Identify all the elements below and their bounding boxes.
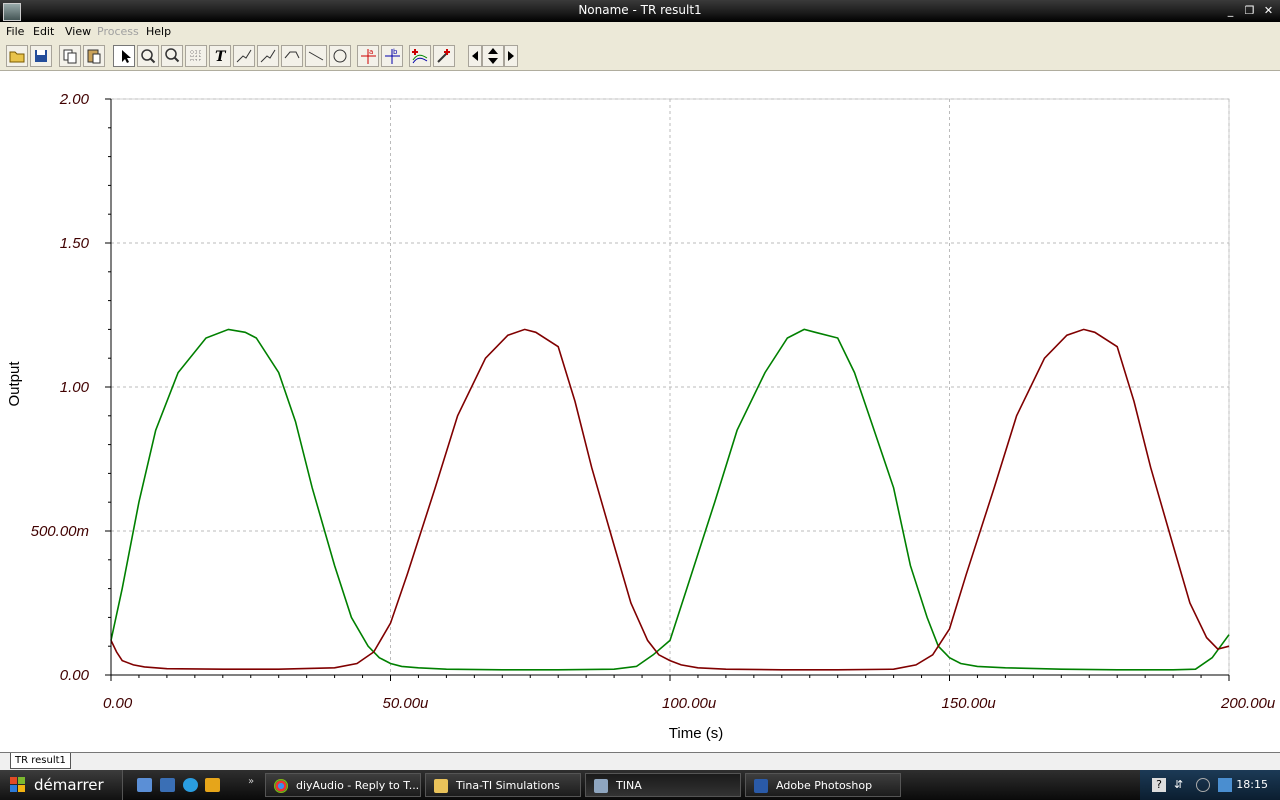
my-computer-icon[interactable] xyxy=(160,778,175,792)
pointer-icon[interactable] xyxy=(113,45,135,67)
y-tick-label: 0.00 xyxy=(60,667,90,684)
grid xyxy=(110,98,1230,676)
up-down-icon[interactable] xyxy=(482,45,504,67)
curve-label-3-icon[interactable] xyxy=(281,45,303,67)
menu-bar: File Edit View Process Help xyxy=(0,22,1280,42)
task-label: TINA xyxy=(616,779,642,792)
series-line-2 xyxy=(110,328,1230,671)
x-tick-label: 150.00u xyxy=(942,695,997,712)
start-label: démarrer xyxy=(34,776,104,794)
paste-icon[interactable] xyxy=(83,45,105,67)
axes: 0.00 500.00m 1.00 1.50 2.00 0.00 50.00u 100.00u… xyxy=(31,91,1276,712)
result-tab-strip: TR result1 xyxy=(0,752,1280,771)
probe-icon[interactable] xyxy=(433,45,455,67)
y-tick-label: 500.00m xyxy=(31,523,89,540)
network-icon[interactable]: ⇵ xyxy=(1174,778,1188,792)
windows-flag-icon xyxy=(10,777,26,793)
help-icon[interactable]: ? xyxy=(1152,778,1166,792)
right-arrow-icon[interactable] xyxy=(504,45,518,67)
curve-label-icon[interactable] xyxy=(233,45,255,67)
copy-icon[interactable] xyxy=(59,45,81,67)
task-tina[interactable]: TINA xyxy=(585,773,741,797)
quicklaunch-overflow-icon[interactable]: » xyxy=(248,776,254,787)
clock: 18:15 xyxy=(1236,778,1268,791)
open-folder-icon[interactable] xyxy=(6,45,28,67)
x-tick-label: 100.00u xyxy=(662,695,717,712)
x-tick-label: 50.00u xyxy=(383,695,430,712)
cursor-a-icon[interactable]: a xyxy=(357,45,379,67)
grid-icon[interactable] xyxy=(185,45,207,67)
series-line-1 xyxy=(110,328,1230,671)
menu-view[interactable]: View xyxy=(65,25,91,38)
svg-text:a: a xyxy=(369,48,373,56)
y-tick-label: 2.00 xyxy=(59,91,90,108)
internet-explorer-icon[interactable] xyxy=(183,778,198,792)
cursor-b-icon[interactable]: b xyxy=(381,45,403,67)
folder-icon xyxy=(434,779,448,793)
zoom-in-icon[interactable] xyxy=(137,45,159,67)
svg-text:T: T xyxy=(215,49,227,65)
title-bar: Noname - TR result1 _ ❐ ✕ xyxy=(0,0,1280,22)
start-button[interactable]: démarrer xyxy=(0,770,123,800)
x-tick-label: 200.00u xyxy=(1220,695,1276,712)
window-title: Noname - TR result1 xyxy=(578,3,702,17)
task-tina-ti-simulations[interactable]: Tina-TI Simulations xyxy=(425,773,581,797)
save-icon[interactable] xyxy=(30,45,52,67)
tab-tr-result1[interactable]: TR result1 xyxy=(10,753,71,769)
menu-help[interactable]: Help xyxy=(146,25,171,38)
zoom-100-icon[interactable] xyxy=(161,45,183,67)
show-desktop-icon[interactable] xyxy=(137,778,152,792)
menu-edit[interactable]: Edit xyxy=(33,25,54,38)
tina-icon xyxy=(594,779,608,793)
x-axis-label: Time (s) xyxy=(669,725,723,742)
series-group xyxy=(110,328,1230,671)
restore-button[interactable]: ❐ xyxy=(1241,3,1258,18)
minimize-button[interactable]: _ xyxy=(1222,3,1239,18)
line-icon[interactable] xyxy=(305,45,327,67)
task-diyaudio[interactable]: diyAudio - Reply to T... xyxy=(265,773,421,797)
task-label: Tina-TI Simulations xyxy=(456,779,560,792)
waveform-chart[interactable]: 0.00 500.00m 1.00 1.50 2.00 0.00 50.00u 100.00u… xyxy=(0,71,1280,751)
menu-process[interactable]: Process xyxy=(97,25,139,38)
toolbar: T a b xyxy=(0,42,1280,71)
update-icon[interactable] xyxy=(1218,778,1232,792)
svg-text:b: b xyxy=(393,48,398,56)
chrome-icon xyxy=(274,779,288,793)
x-tick-label: 0.00 xyxy=(103,695,133,712)
menu-file[interactable]: File xyxy=(6,25,24,38)
photoshop-icon xyxy=(754,779,768,793)
y-axis-label: Output xyxy=(6,361,23,407)
system-tray: ? ⇵ 18:15 xyxy=(1140,770,1280,800)
text-icon[interactable]: T xyxy=(209,45,231,67)
task-photoshop[interactable]: Adobe Photoshop xyxy=(745,773,901,797)
task-label: Adobe Photoshop xyxy=(776,779,873,792)
left-arrow-icon[interactable] xyxy=(468,45,482,67)
taskbar: démarrer » diyAudio - Reply to T... Tina… xyxy=(0,770,1280,800)
y-tick-label: 1.50 xyxy=(60,235,90,252)
y-tick-label: 1.00 xyxy=(60,379,90,396)
media-player-icon[interactable] xyxy=(205,778,220,792)
add-curve-icon[interactable] xyxy=(409,45,431,67)
curve-label-2-icon[interactable] xyxy=(257,45,279,67)
expand-tray-icon[interactable] xyxy=(1196,778,1210,792)
task-label: diyAudio - Reply to T... xyxy=(296,779,420,792)
close-button[interactable]: ✕ xyxy=(1260,3,1277,18)
circle-icon[interactable] xyxy=(329,45,351,67)
